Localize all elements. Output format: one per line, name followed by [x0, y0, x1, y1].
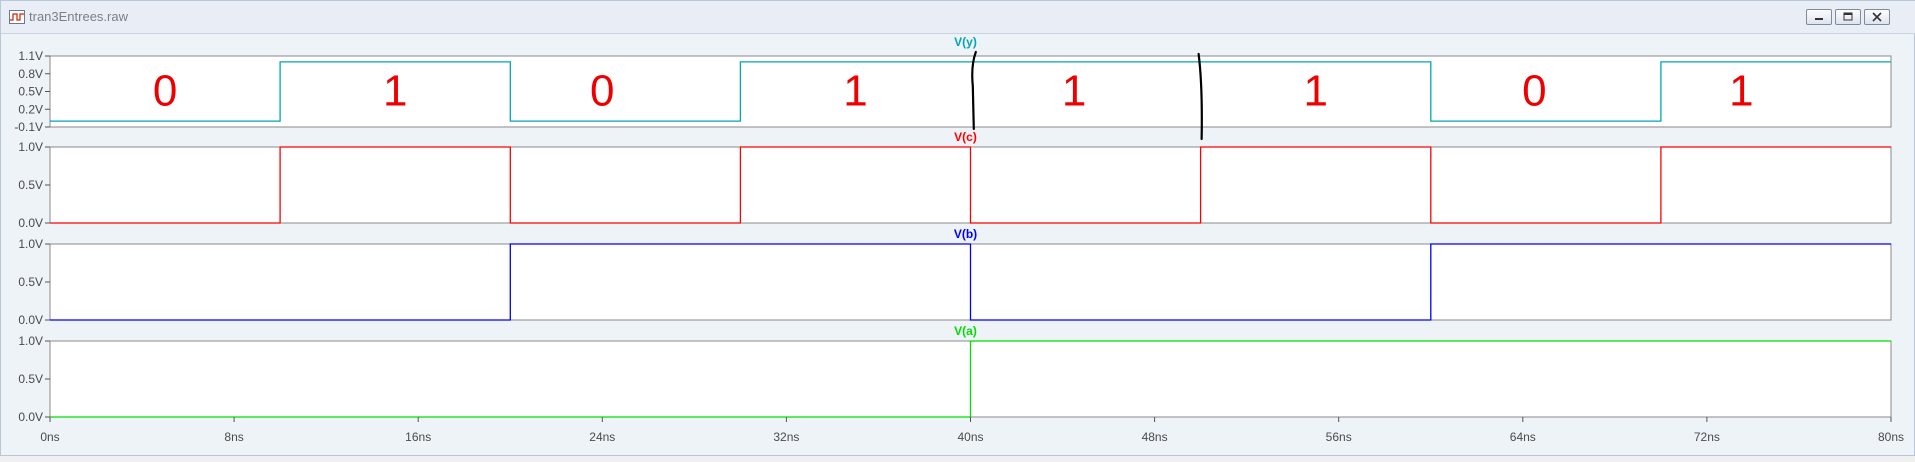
waveform-window: tran3Entrees.raw 1.1V 0.8V 0.5V 0.2V -0.1V V(… — [0, 0, 1915, 456]
annotation-digit: 0 — [590, 67, 614, 116]
x-tick-label: 8ns — [224, 430, 243, 444]
trace-label[interactable]: V(c) — [954, 130, 977, 144]
x-tick-label: 72ns — [1694, 430, 1720, 444]
x-tick-label: 48ns — [1142, 430, 1168, 444]
y-tick-label: 1.0V — [18, 140, 43, 154]
waveform-icon — [9, 10, 25, 24]
annotation-digit: 1 — [1062, 67, 1086, 116]
y-tick-label: 1.0V — [18, 334, 43, 348]
trace-label[interactable]: V(b) — [954, 227, 977, 241]
close-button[interactable] — [1864, 9, 1890, 25]
y-tick-label: 0.5V — [18, 85, 43, 99]
x-tick-label: 0ns — [40, 430, 59, 444]
y-tick-label: 0.0V — [18, 216, 43, 230]
pane-frame[interactable] — [49, 55, 1892, 128]
minimize-icon — [1815, 18, 1823, 20]
annotation-digit: 1 — [383, 67, 407, 116]
annotation-digit: 0 — [153, 67, 177, 116]
trace-label[interactable]: V(y) — [954, 35, 977, 49]
y-tick-label: 0.8V — [18, 67, 43, 81]
y-tick-label: 0.0V — [18, 313, 43, 327]
plot-area[interactable]: 1.1V 0.8V 0.5V 0.2V -0.1V V(y) 1.0V 0.5V 0.0V V(c… — [1, 34, 1915, 457]
y-tick-label: 0.5V — [18, 178, 43, 192]
y-tick-label: -0.1V — [14, 120, 43, 134]
annotation-digit: 1 — [1729, 67, 1753, 116]
title-bar[interactable]: tran3Entrees.raw — [1, 1, 1915, 34]
x-tick-label: 80ns — [1878, 430, 1904, 444]
annotation-digit: 1 — [1303, 67, 1327, 116]
restore-icon — [1843, 12, 1853, 21]
annotation-digit: 0 — [1522, 67, 1546, 116]
x-tick-label: 56ns — [1326, 430, 1352, 444]
y-tick-label: 1.1V — [18, 49, 43, 63]
x-tick-label: 40ns — [957, 430, 983, 444]
restore-button[interactable] — [1835, 9, 1861, 25]
trace-label[interactable]: V(a) — [954, 324, 977, 338]
close-icon — [1872, 12, 1882, 22]
annotation-digit: 1 — [843, 67, 867, 116]
window-title: tran3Entrees.raw — [29, 9, 128, 24]
x-tick-label: 32ns — [773, 430, 799, 444]
y-tick-label: 0.0V — [18, 410, 43, 424]
y-tick-label: 1.0V — [18, 237, 43, 251]
x-tick-label: 16ns — [405, 430, 431, 444]
minimize-button[interactable] — [1806, 9, 1832, 25]
y-tick-label: 0.2V — [18, 102, 43, 116]
y-tick-label: 0.5V — [18, 372, 43, 386]
x-tick-label: 64ns — [1510, 430, 1536, 444]
waveform-plot[interactable]: 1.1V 0.8V 0.5V 0.2V -0.1V V(y) 1.0V 0.5V 0.0V V(c… — [1, 34, 1915, 457]
x-tick-label: 24ns — [589, 430, 615, 444]
y-tick-label: 0.5V — [18, 275, 43, 289]
